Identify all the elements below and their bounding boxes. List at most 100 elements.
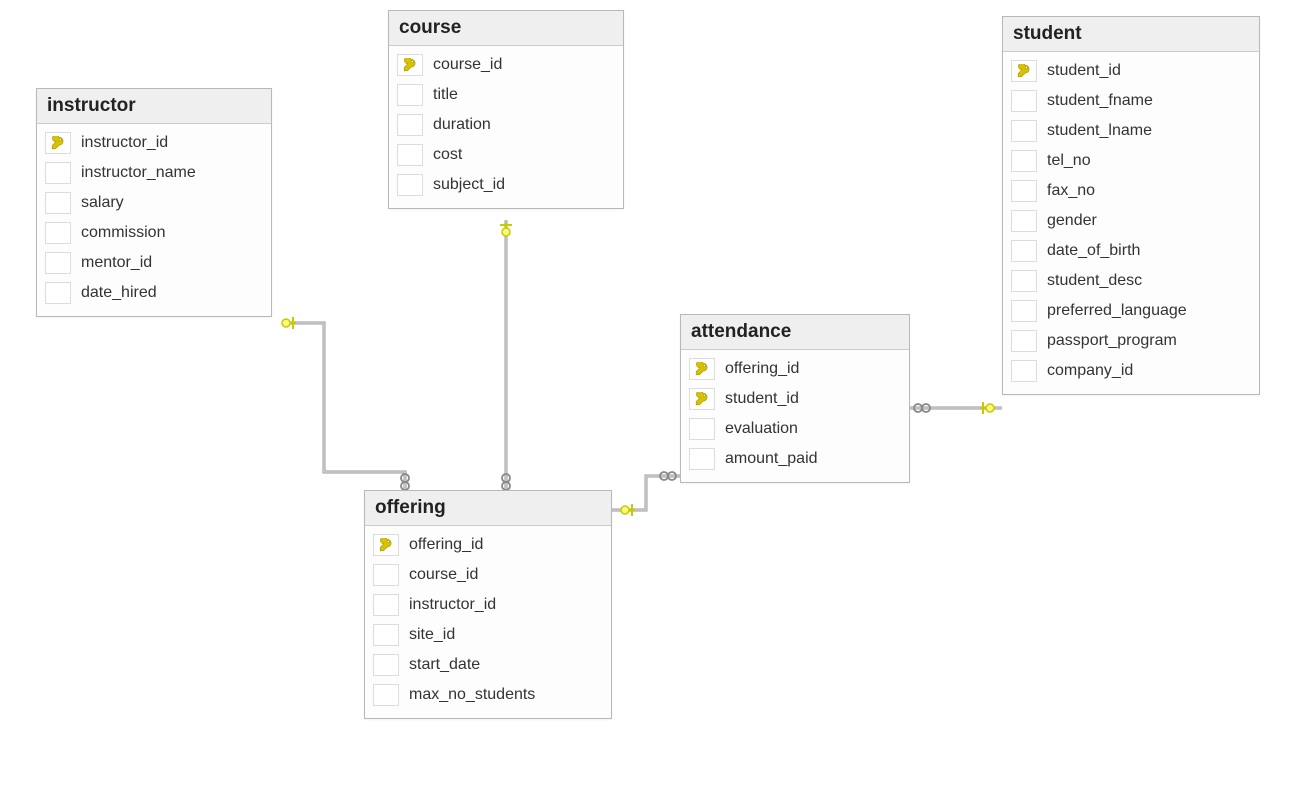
column-name: fax_no xyxy=(1047,182,1251,200)
column-row[interactable]: student_fname xyxy=(1011,86,1251,116)
column-icon xyxy=(397,84,423,106)
column-icon xyxy=(45,222,71,244)
column-icon xyxy=(1011,330,1037,352)
column-row[interactable]: tel_no xyxy=(1011,146,1251,176)
rel-instructor-offering xyxy=(282,317,409,490)
column-icon xyxy=(45,282,71,304)
column-row[interactable]: duration xyxy=(397,110,615,140)
column-row[interactable]: course_id xyxy=(373,560,603,590)
rel-course-offering xyxy=(500,220,512,490)
column-icon xyxy=(1011,90,1037,112)
column-row[interactable]: evaluation xyxy=(689,414,901,444)
column-name: course_id xyxy=(409,566,603,584)
column-row[interactable]: start_date xyxy=(373,650,603,680)
column-row[interactable]: student_id xyxy=(1011,56,1251,86)
column-row[interactable]: passport_program xyxy=(1011,326,1251,356)
column-icon xyxy=(689,418,715,440)
column-row[interactable]: site_id xyxy=(373,620,603,650)
column-name: offering_id xyxy=(409,536,603,554)
column-icon xyxy=(397,144,423,166)
entity-student[interactable]: student student_id student_fname student… xyxy=(1002,16,1260,395)
column-row[interactable]: mentor_id xyxy=(45,248,263,278)
entity-course[interactable]: course course_id title duration cost sub… xyxy=(388,10,624,209)
column-row[interactable]: instructor_name xyxy=(45,158,263,188)
column-icon xyxy=(1011,270,1037,292)
column-icon xyxy=(1011,240,1037,262)
column-name: preferred_language xyxy=(1047,302,1251,320)
column-row[interactable]: course_id xyxy=(397,50,615,80)
entity-title: offering xyxy=(365,491,611,526)
column-row[interactable]: instructor_id xyxy=(45,128,263,158)
column-name: date_hired xyxy=(81,284,263,302)
entity-title: student xyxy=(1003,17,1259,52)
column-icon xyxy=(1011,210,1037,232)
column-name: cost xyxy=(433,146,615,164)
column-row[interactable]: salary xyxy=(45,188,263,218)
column-name: company_id xyxy=(1047,362,1251,380)
column-icon xyxy=(373,564,399,586)
column-icon xyxy=(45,162,71,184)
column-row[interactable]: instructor_id xyxy=(373,590,603,620)
er-diagram-canvas: { "entities": { "instructor": { "title":… xyxy=(0,0,1294,810)
column-name: student_fname xyxy=(1047,92,1251,110)
column-row[interactable]: date_hired xyxy=(45,278,263,308)
column-icon xyxy=(397,114,423,136)
column-row[interactable]: student_id xyxy=(689,384,901,414)
column-row[interactable]: offering_id xyxy=(373,530,603,560)
column-row[interactable]: amount_paid xyxy=(689,444,901,474)
column-row[interactable]: title xyxy=(397,80,615,110)
column-row[interactable]: student_lname xyxy=(1011,116,1251,146)
column-icon xyxy=(373,684,399,706)
column-icon xyxy=(1011,150,1037,172)
column-icon xyxy=(45,252,71,274)
rel-student-attendance xyxy=(910,402,1002,414)
column-row[interactable]: gender xyxy=(1011,206,1251,236)
column-row[interactable]: student_desc xyxy=(1011,266,1251,296)
column-name: title xyxy=(433,86,615,104)
column-name: instructor_name xyxy=(81,164,263,182)
column-row[interactable]: preferred_language xyxy=(1011,296,1251,326)
column-name: gender xyxy=(1047,212,1251,230)
column-row[interactable]: max_no_students xyxy=(373,680,603,710)
column-name: student_id xyxy=(725,390,901,408)
column-row[interactable]: commission xyxy=(45,218,263,248)
entity-title: instructor xyxy=(37,89,271,124)
column-name: instructor_id xyxy=(409,596,603,614)
primary-key-icon xyxy=(397,54,423,76)
column-name: passport_program xyxy=(1047,332,1251,350)
column-name: tel_no xyxy=(1047,152,1251,170)
rel-offering-attendance xyxy=(612,472,680,516)
column-name: commission xyxy=(81,224,263,242)
column-name: student_lname xyxy=(1047,122,1251,140)
column-row[interactable]: subject_id xyxy=(397,170,615,200)
entity-title: course xyxy=(389,11,623,46)
primary-key-icon xyxy=(689,358,715,380)
column-icon xyxy=(1011,300,1037,322)
column-row[interactable]: cost xyxy=(397,140,615,170)
column-icon xyxy=(1011,120,1037,142)
column-name: date_of_birth xyxy=(1047,242,1251,260)
entity-title: attendance xyxy=(681,315,909,350)
column-name: course_id xyxy=(433,56,615,74)
column-name: max_no_students xyxy=(409,686,603,704)
column-icon xyxy=(1011,180,1037,202)
column-row[interactable]: offering_id xyxy=(689,354,901,384)
primary-key-icon xyxy=(1011,60,1037,82)
column-name: amount_paid xyxy=(725,450,901,468)
entity-offering[interactable]: offering offering_id course_id instructo… xyxy=(364,490,612,719)
column-row[interactable]: company_id xyxy=(1011,356,1251,386)
entity-attendance[interactable]: attendance offering_id student_id evalua… xyxy=(680,314,910,483)
entity-instructor[interactable]: instructor instructor_id instructor_name… xyxy=(36,88,272,317)
column-name: salary xyxy=(81,194,263,212)
column-icon xyxy=(373,654,399,676)
column-icon xyxy=(373,594,399,616)
column-row[interactable]: fax_no xyxy=(1011,176,1251,206)
primary-key-icon xyxy=(373,534,399,556)
column-icon xyxy=(373,624,399,646)
column-name: offering_id xyxy=(725,360,901,378)
column-icon xyxy=(689,448,715,470)
column-icon xyxy=(397,174,423,196)
column-name: site_id xyxy=(409,626,603,644)
column-name: start_date xyxy=(409,656,603,674)
column-row[interactable]: date_of_birth xyxy=(1011,236,1251,266)
